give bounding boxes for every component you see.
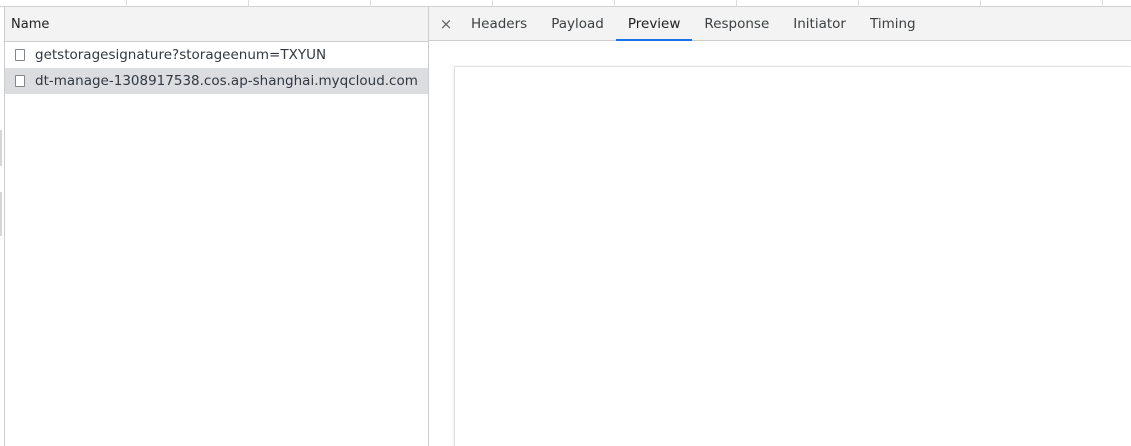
request-row[interactable]: getstoragesignature?storageenum=TXYUN (5, 42, 428, 68)
request-list-panel: Name getstoragesignature?storageenum=TXY… (4, 7, 429, 446)
tab-label: Initiator (793, 15, 846, 32)
request-name: getstoragesignature?storageenum=TXYUN (35, 47, 327, 63)
timeline-gridline (492, 0, 493, 7)
request-row[interactable]: dt-manage-1308917538.cos.ap-shanghai.myq… (5, 68, 428, 94)
close-details-button[interactable]: × (433, 7, 459, 40)
tab-label: Preview (627, 15, 681, 32)
tab-headers[interactable]: Headers (459, 7, 539, 40)
request-details-panel: × Headers Payload Preview Response Initiator… (429, 7, 1131, 446)
request-name: dt-manage-1308917538.cos.ap-shanghai.myq… (35, 73, 418, 89)
timeline-gridline (858, 0, 859, 7)
timeline-gridline (736, 0, 737, 7)
tab-label: Response (704, 15, 770, 32)
tab-payload[interactable]: Payload (539, 7, 616, 40)
name-column-header[interactable]: Name (5, 7, 428, 42)
timeline-gridline (980, 0, 981, 7)
timeline-gridline (1102, 0, 1103, 7)
tab-response[interactable]: Response (692, 7, 781, 40)
name-column-label: Name (11, 16, 50, 32)
gutter-mark (0, 130, 2, 166)
details-tabbar: × Headers Payload Preview Response Initiator… (429, 7, 1131, 41)
gutter-mark (0, 192, 2, 236)
tab-label: Timing (869, 15, 916, 32)
preview-content-area (454, 66, 1131, 446)
tab-preview[interactable]: Preview (615, 7, 693, 41)
tab-initiator[interactable]: Initiator (781, 7, 858, 40)
timeline-gridline (248, 0, 249, 7)
tab-label: Payload (551, 15, 604, 32)
timeline-gridline (126, 0, 127, 7)
request-list: getstoragesignature?storageenum=TXYUN dt-… (5, 42, 428, 94)
document-icon (15, 49, 25, 61)
tab-timing[interactable]: Timing (858, 7, 928, 40)
timeline-overview-strip (0, 0, 1131, 7)
close-icon: × (439, 14, 453, 33)
timeline-gridline (614, 0, 615, 7)
document-icon (15, 75, 25, 87)
tab-label: Headers (471, 15, 528, 32)
timeline-gridline (370, 0, 371, 7)
devtools-network-view: Name getstoragesignature?storageenum=TXY… (0, 0, 1131, 446)
